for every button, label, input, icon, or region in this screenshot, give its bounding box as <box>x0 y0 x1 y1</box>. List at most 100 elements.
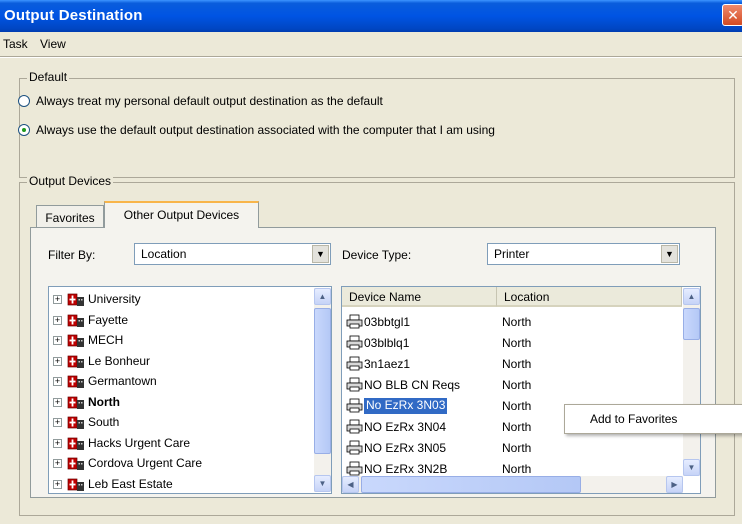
table-row[interactable]: NO EzRx 3N2B North <box>342 458 682 477</box>
scroll-right-icon[interactable]: ▶ <box>666 476 683 493</box>
printer-icon <box>346 356 363 371</box>
tree-item-label: Hacks Urgent Care <box>88 435 191 450</box>
menu-bar: Task View <box>0 34 742 54</box>
table-row[interactable]: NO BLB CN Reqs North <box>342 374 682 395</box>
hscroll-thumb[interactable] <box>361 476 581 493</box>
table-row[interactable]: 03blblq1 North <box>342 332 682 353</box>
device-location-cell: North <box>502 441 532 455</box>
hospital-cross-icon <box>67 314 84 327</box>
tree-item-label: Fayette <box>88 312 129 327</box>
scroll-down-icon[interactable]: ▼ <box>683 459 700 476</box>
location-tree-scrollbar[interactable]: ▲ ▼ <box>314 288 331 492</box>
device-location-cell: North <box>502 315 532 329</box>
tree-item-label: North <box>88 394 120 409</box>
context-menu-add-to-favorites[interactable]: Add to Favorites <box>590 412 677 426</box>
tree-item-label: Le Bonheur <box>88 353 151 368</box>
device-type-label: Device Type: <box>342 248 412 262</box>
scroll-thumb[interactable] <box>314 308 331 454</box>
radio-computer-default-label: Always use the default output destinatio… <box>36 123 495 137</box>
expand-plus-icon[interactable]: + <box>53 295 62 304</box>
radio-personal-default-label: Always treat my personal default output … <box>36 94 383 108</box>
hospital-cross-icon <box>67 478 84 491</box>
table-row[interactable]: 3n1aez1 North <box>342 353 682 374</box>
tab-other-output-devices-label: Other Output Devices <box>123 208 240 222</box>
printer-icon <box>346 440 363 455</box>
table-row[interactable]: 03bbtgl1 North <box>342 311 682 332</box>
printer-icon <box>346 398 363 413</box>
scroll-up-icon[interactable]: ▲ <box>314 288 331 305</box>
filter-by-value: Location <box>141 247 187 261</box>
hospital-cross-icon <box>67 416 84 429</box>
tab-favorites-label: Favorites <box>45 211 95 225</box>
scroll-down-icon[interactable]: ▼ <box>314 475 331 492</box>
printer-icon <box>346 461 363 476</box>
expand-plus-icon[interactable]: + <box>53 418 62 427</box>
menu-view[interactable]: View <box>40 37 66 51</box>
device-location-cell: North <box>502 420 532 434</box>
expand-plus-icon[interactable]: + <box>53 356 62 366</box>
chevron-down-icon[interactable]: ▼ <box>661 245 678 263</box>
close-icon: ✕ <box>727 7 739 23</box>
scroll-up-icon[interactable]: ▲ <box>683 288 700 305</box>
printer-icon <box>346 377 363 392</box>
device-name-cell: NO EzRx 3N05 <box>364 441 447 455</box>
expand-plus-icon[interactable]: + <box>53 397 62 407</box>
tree-item-label: Germantown <box>88 374 157 388</box>
hospital-cross-icon <box>67 355 84 368</box>
window-title: Output Destination <box>4 7 143 24</box>
device-list-vscrollbar[interactable]: ▲ ▼ <box>683 288 700 476</box>
filter-by-label: Filter By: <box>48 248 96 262</box>
scroll-left-icon[interactable]: ◀ <box>342 476 359 493</box>
tree-item-label: Cordova Urgent Care <box>88 456 203 470</box>
device-name-cell: NO EzRx 3N2B <box>364 462 448 476</box>
tab-other-output-devices[interactable]: Other Output Devices <box>104 201 259 228</box>
expand-plus-icon[interactable]: + <box>53 479 62 489</box>
device-list[interactable]: Device Name Location 03bbtgl1 North 03blbl… <box>341 286 701 494</box>
expand-plus-icon[interactable]: + <box>53 336 62 345</box>
expand-plus-icon[interactable]: + <box>53 377 62 386</box>
hospital-cross-icon <box>67 375 84 388</box>
table-row[interactable]: NO EzRx 3N05 North <box>342 437 682 458</box>
chevron-down-icon[interactable]: ▼ <box>312 245 329 263</box>
expand-plus-icon[interactable]: + <box>53 459 62 468</box>
hospital-cross-icon <box>67 334 84 347</box>
device-type-value: Printer <box>494 247 530 261</box>
title-bar: Output Destination ✕ <box>0 0 742 32</box>
tree-item-label: Leb East Estate <box>88 476 173 491</box>
radio-computer-default-circle[interactable] <box>18 124 30 136</box>
printer-icon <box>346 419 363 434</box>
close-button[interactable]: ✕ <box>722 4 742 26</box>
device-name-cell: 03blblq1 <box>364 336 410 350</box>
context-menu: Add to Favorites <box>564 404 742 434</box>
tab-favorites[interactable]: Favorites <box>36 205 104 229</box>
device-location-cell: North <box>502 378 532 392</box>
location-tree[interactable]: + University + Fayette + MECH + Le Bonheur + Germ… <box>48 286 332 494</box>
radio-personal-default-circle[interactable] <box>18 95 30 107</box>
device-name-cell: 3n1aez1 <box>364 357 411 371</box>
device-name-cell: 03bbtgl1 <box>364 315 411 329</box>
device-location-cell: North <box>502 399 532 413</box>
printer-icon <box>346 314 363 329</box>
expand-plus-icon[interactable]: + <box>53 315 62 325</box>
tree-item-label: University <box>88 292 141 306</box>
device-location-cell: North <box>502 336 532 350</box>
scroll-thumb[interactable] <box>683 308 700 340</box>
hospital-cross-icon <box>67 293 84 306</box>
filter-by-select[interactable]: Location ▼ <box>134 243 331 265</box>
tree-item-label: South <box>88 415 120 429</box>
default-group-label: Default <box>27 70 70 84</box>
device-type-select[interactable]: Printer ▼ <box>487 243 680 265</box>
column-device-name[interactable]: Device Name <box>342 287 497 307</box>
expand-plus-icon[interactable]: + <box>53 438 62 448</box>
menu-task[interactable]: Task <box>3 37 28 51</box>
device-list-hscrollbar[interactable]: ◀ ▶ <box>342 476 683 493</box>
hospital-cross-icon <box>67 396 84 409</box>
device-location-cell: North <box>502 357 532 371</box>
device-location-cell: North <box>502 462 532 476</box>
printer-icon <box>346 335 363 350</box>
hospital-cross-icon <box>67 437 84 450</box>
column-location[interactable]: Location <box>497 287 682 307</box>
output-devices-group-label: Output Devices <box>27 174 114 188</box>
hospital-cross-icon <box>67 457 84 470</box>
device-name-cell: NO BLB CN Reqs <box>364 378 461 392</box>
